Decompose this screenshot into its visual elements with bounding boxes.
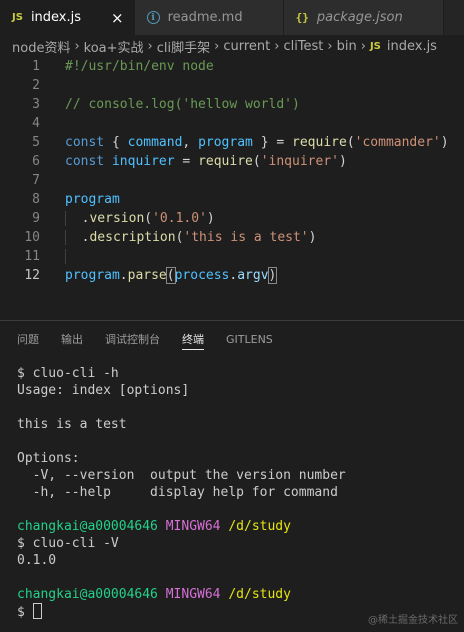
- code-line: 2: [0, 76, 464, 95]
- code-text: .version('0.1.0'): [40, 209, 215, 228]
- breadcrumb-item[interactable]: index.js: [387, 39, 437, 54]
- line-number: 9: [32, 211, 40, 226]
- terminal-path: /d/study: [228, 587, 291, 602]
- terminal-line: Usage: index [options]: [17, 383, 190, 398]
- terminal-line: 0.1.0: [17, 553, 57, 568]
- tab-label: index.js: [30, 10, 82, 25]
- info-icon: i: [146, 11, 160, 24]
- code-text: .description('this is a test'): [40, 228, 316, 247]
- panel-tab-bar: 问题 输出 调试控制台 终端 GITLENS: [0, 321, 464, 357]
- line-number: 5: [32, 135, 40, 150]
- code-line: 11: [0, 247, 464, 266]
- terminal-line: -h, --help display help for command: [17, 485, 338, 500]
- terminal-line: this is a test: [17, 417, 127, 432]
- terminal-user: changkai@a00004646: [17, 587, 158, 602]
- breadcrumb-item[interactable]: cli脚手架: [157, 37, 210, 56]
- tab-output[interactable]: 输出: [61, 321, 83, 357]
- line-number: 3: [32, 97, 40, 112]
- terminal-line-empty: [17, 399, 457, 416]
- tab-label: package.json: [316, 10, 403, 25]
- watermark: @稀土掘金技术社区: [368, 615, 458, 626]
- chevron-right-icon: ›: [360, 38, 366, 54]
- chevron-right-icon: ›: [147, 38, 153, 54]
- code-line: 9 .version('0.1.0'): [0, 209, 464, 228]
- code-line: 1 #!/usr/bin/env node: [0, 57, 464, 76]
- chevron-right-icon: ›: [274, 38, 280, 54]
- chevron-right-icon: ›: [327, 38, 333, 54]
- code-line: 3 // console.log('hellow world'): [0, 95, 464, 114]
- tab-terminal[interactable]: 终端: [182, 321, 204, 357]
- breadcrumb-item[interactable]: cliTest: [283, 39, 323, 54]
- terminal-line: $ cluo-cli -h: [17, 366, 119, 381]
- tab-debug-console[interactable]: 调试控制台: [105, 321, 160, 357]
- json-file-icon: {}: [295, 11, 309, 24]
- breadcrumb-item[interactable]: bin: [337, 39, 357, 54]
- breadcrumb: node资料 › koa+实战 › cli脚手架 › current › cliTest…: [0, 35, 464, 57]
- line-number: 4: [32, 116, 40, 131]
- chevron-right-icon: ›: [74, 38, 80, 54]
- breadcrumb-item[interactable]: current: [223, 39, 270, 54]
- code-line: 5 const { command, program } = require('c…: [0, 133, 464, 152]
- terminal-prompt-info: changkai@a00004646 MINGW64 /d/study: [17, 586, 457, 603]
- code-line: 7: [0, 171, 464, 190]
- tab-bar: JS index.js × i readme.md {} package.jso…: [0, 0, 464, 35]
- line-number: 6: [32, 154, 40, 169]
- close-icon[interactable]: ×: [111, 9, 124, 27]
- terminal[interactable]: $ cluo-cli -h Usage: index [options] thi…: [17, 365, 457, 620]
- breadcrumb-item[interactable]: koa+实战: [84, 37, 144, 56]
- tab-bar-empty: [443, 0, 464, 35]
- code-text: program.parse(process.argv): [65, 267, 278, 284]
- line-number: 11: [24, 249, 40, 264]
- terminal-cursor: [32, 603, 42, 619]
- terminal-user: changkai@a00004646: [17, 519, 158, 534]
- line-number: 2: [32, 78, 40, 93]
- terminal-line-empty: [17, 433, 457, 450]
- terminal-line: -V, --version output the version number: [17, 468, 346, 483]
- code-text: const inquirer = require('inquirer'): [65, 154, 347, 169]
- code-line: 4: [0, 114, 464, 133]
- line-number: 12: [24, 268, 40, 283]
- terminal-host: MINGW64: [165, 587, 221, 602]
- line-number: 10: [24, 230, 40, 245]
- code-text: #!/usr/bin/env node: [65, 59, 214, 74]
- terminal-prompt-info: changkai@a00004646 MINGW64 /d/study: [17, 518, 457, 535]
- terminal-line-empty: [17, 501, 457, 518]
- tab-readme-md[interactable]: i readme.md: [134, 0, 284, 35]
- javascript-file-icon: JS: [12, 12, 23, 23]
- terminal-host: MINGW64: [165, 519, 221, 534]
- line-number: 1: [32, 59, 40, 74]
- code-text: const { command, program } = require('co…: [65, 135, 449, 150]
- line-number: 7: [32, 173, 40, 188]
- line-number: 8: [32, 192, 40, 207]
- code-editor[interactable]: 1 #!/usr/bin/env node 2 3 // console.log('…: [0, 57, 464, 297]
- tab-gitlens[interactable]: GITLENS: [226, 321, 273, 357]
- code-line: 8 program: [0, 190, 464, 209]
- terminal-line-empty: [17, 569, 457, 586]
- breadcrumb-item[interactable]: node资料: [12, 37, 70, 56]
- tab-label: readme.md: [167, 10, 243, 25]
- terminal-line: $ cluo-cli -V: [17, 536, 119, 551]
- javascript-file-icon: JS: [369, 40, 381, 52]
- tab-problems[interactable]: 问题: [17, 321, 39, 357]
- tab-package-json[interactable]: {} package.json: [283, 0, 444, 35]
- terminal-line: Options:: [17, 451, 80, 466]
- code-line: 10 .description('this is a test'): [0, 228, 464, 247]
- terminal-path: /d/study: [228, 519, 291, 534]
- chevron-right-icon: ›: [214, 38, 220, 54]
- code-text: program: [65, 192, 120, 207]
- code-line-current: 12 program.parse(process.argv): [0, 266, 464, 285]
- terminal-prompt: $: [17, 605, 33, 620]
- code-line: 6 const inquirer = require('inquirer'): [0, 152, 464, 171]
- code-text: // console.log('hellow world'): [65, 97, 300, 112]
- tab-index-js[interactable]: JS index.js ×: [0, 0, 135, 35]
